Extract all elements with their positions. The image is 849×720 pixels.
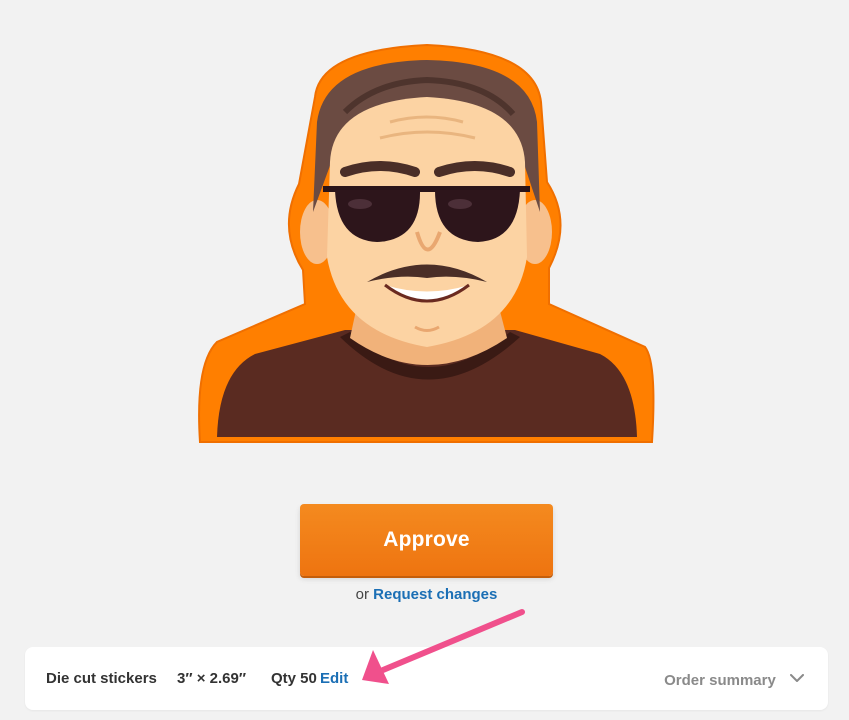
or-text: or	[355, 586, 369, 603]
request-changes-line: or Request changes	[0, 586, 849, 603]
order-bar: Die cut stickers 3″ × 2.69″ Qty 50 Edit …	[25, 647, 828, 710]
product-size: 3″ × 2.69″	[177, 670, 247, 687]
chevron-down-icon	[790, 670, 804, 687]
order-summary-label: Order summary	[664, 672, 776, 689]
sticker-preview-image	[195, 42, 657, 456]
edit-order-link[interactable]: Edit	[320, 670, 348, 687]
product-name: Die cut stickers	[46, 670, 157, 687]
product-quantity: Qty 50	[271, 670, 317, 687]
order-summary-toggle[interactable]: Order summary	[664, 670, 804, 689]
approve-button[interactable]: Approve	[300, 504, 553, 576]
request-changes-link[interactable]: Request changes	[373, 586, 497, 603]
